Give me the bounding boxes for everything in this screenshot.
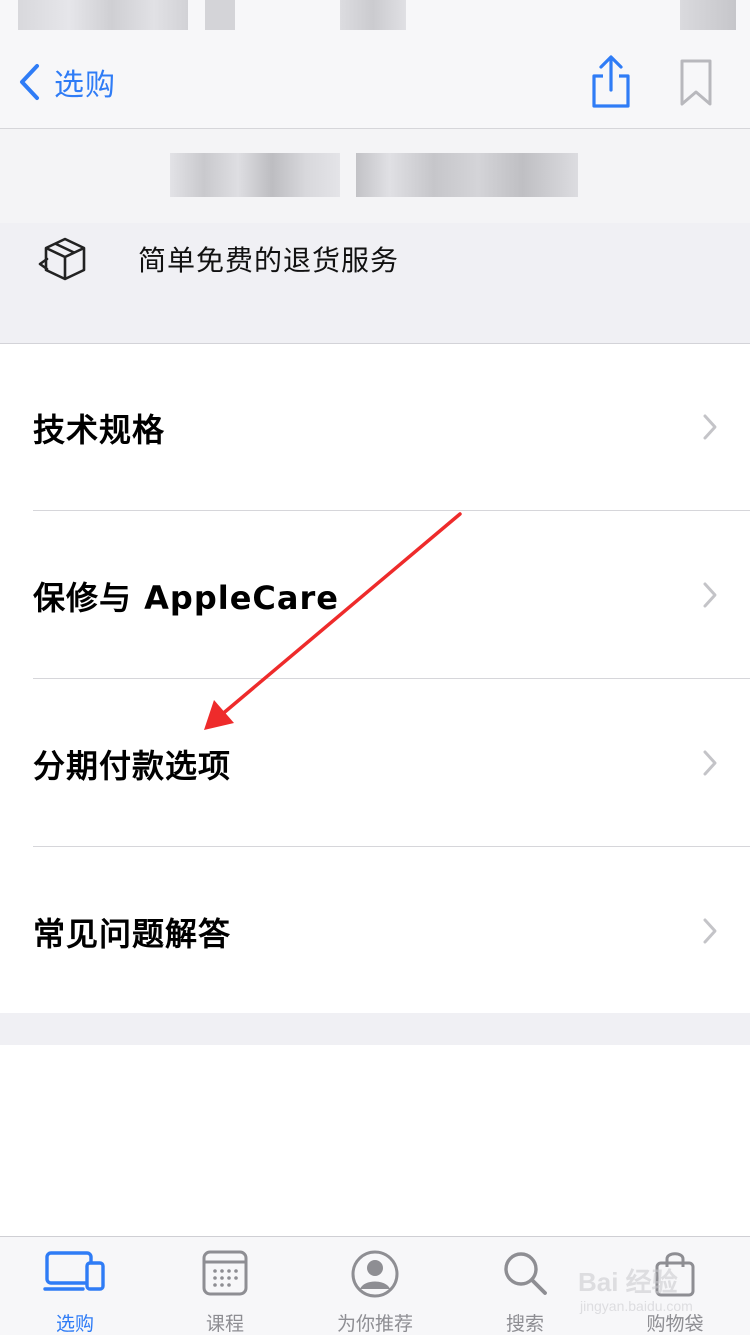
back-label: 选购 [54,68,116,103]
redacted-block [680,0,736,30]
calendar-icon [202,1250,248,1296]
tab-courses[interactable]: 课程 [150,1237,300,1335]
product-info-list: 技术规格 保修与 AppleCare 分期付款选项 常见问题解答 [0,343,750,1015]
chevron-right-icon [703,750,717,776]
tab-for-you[interactable]: 为你推荐 [300,1237,450,1335]
redacted-block [356,153,578,197]
list-item-tech-specs[interactable]: 技术规格 [0,343,750,511]
tab-label: 课程 [205,1313,244,1335]
navigation-bar: 选购 [0,36,750,129]
person-icon [351,1250,399,1298]
list-item-warranty-applecare[interactable]: 保修与 AppleCare [0,511,750,679]
section-footer [0,1013,750,1045]
redacted-block [170,153,340,197]
chevron-right-icon [703,918,717,944]
return-box-icon [38,237,86,281]
devices-icon [43,1251,105,1291]
redacted-block [18,0,188,30]
return-service-text: 简单免费的退货服务 [138,244,400,277]
chevron-left-icon [20,64,39,100]
back-button[interactable]: 选购 [18,60,116,104]
redacted-product-title [0,129,750,223]
list-item-installment-options[interactable]: 分期付款选项 [0,679,750,847]
share-icon[interactable] [588,54,634,110]
tab-label: 为你推荐 [336,1313,413,1335]
chevron-right-icon [703,414,717,440]
status-bar [0,0,750,36]
redacted-block [340,0,406,30]
watermark-main: Bai 经验 [578,1267,678,1297]
redacted-block [205,0,235,30]
tab-label: 选购 [55,1313,94,1335]
return-service-row: 简单免费的退货服务 [0,223,750,344]
list-item-label: 常见问题解答 [33,915,232,953]
baidu-watermark: Bai 经验 jingyan.baidu.com [578,1262,718,1322]
watermark-sub: jingyan.baidu.com [580,1298,693,1314]
search-icon [504,1252,547,1295]
list-item-label: 分期付款选项 [33,747,232,785]
bookmark-icon[interactable] [678,58,714,108]
tab-shop[interactable]: 选购 [0,1237,150,1335]
list-item-label: 技术规格 [33,411,166,449]
list-item-label: 保修与 AppleCare [33,579,339,617]
chevron-right-icon [703,582,717,608]
list-item-faq[interactable]: 常见问题解答 [0,847,750,1015]
